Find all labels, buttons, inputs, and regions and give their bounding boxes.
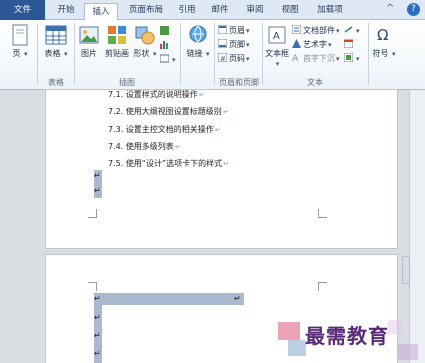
date-time-icon[interactable]: [344, 39, 355, 49]
chart-icon[interactable]: [160, 40, 171, 50]
signature-line-icon[interactable]: ▾: [344, 25, 360, 35]
tab-insert[interactable]: 插入: [84, 3, 118, 21]
chevron-down-icon: ▾: [153, 50, 157, 58]
omega-icon: Ω: [377, 26, 388, 44]
header-icon: [218, 25, 227, 34]
help-icon[interactable]: ?: [407, 3, 420, 16]
link-button[interactable]: 链接 ▾: [184, 24, 212, 59]
tab-home[interactable]: 开始: [50, 2, 82, 20]
object-icon[interactable]: ▾: [344, 53, 360, 63]
group-label-text: 文本: [307, 78, 323, 87]
paragraph-mark: ↵: [94, 186, 101, 195]
quick-parts-icon: [292, 25, 301, 34]
picture-button[interactable]: 图片: [78, 24, 100, 59]
ribbon-insert-panel: 页 ▾ 表格 ▾ 表格 图片 剪贴画 形状 ▾ ▾ 插图 链接 ▾ 页眉▾ 页脚…: [0, 20, 425, 90]
ribbon-collapse-icon[interactable]: ^: [386, 3, 394, 14]
tab-review[interactable]: 审阅: [240, 2, 270, 20]
toc-line[interactable]: 7.3. 设置主控文档的相关操作↵: [108, 124, 221, 135]
shapes-button[interactable]: 形状 ▾: [133, 24, 157, 59]
quick-parts-button[interactable]: 文档部件▾: [292, 25, 340, 36]
page-number-button[interactable]: # 页码▾: [218, 53, 250, 64]
drop-cap-icon: A: [292, 54, 299, 62]
toc-line[interactable]: 7.4. 使用多级列表↵: [108, 141, 181, 152]
tab-page-layout[interactable]: 页面布局: [122, 2, 170, 20]
ribbon-tab-bar: 文件 开始 插入 页面布局 引用 邮件 审阅 视图 加载项 ^ ?: [0, 0, 425, 21]
symbol-button[interactable]: Ω 符号 ▾: [372, 24, 396, 59]
selection-highlight: [94, 293, 244, 305]
group-divider: [180, 23, 181, 85]
group-label-tables: 表格: [48, 78, 64, 87]
crop-mark: [88, 282, 97, 291]
drop-cap-button[interactable]: A 首字下沉▾: [292, 53, 340, 64]
table-label: 表格: [44, 49, 61, 58]
tab-references[interactable]: 引用: [172, 2, 202, 20]
chevron-down-icon: ▾: [64, 50, 68, 58]
header-button[interactable]: 页眉▾: [218, 25, 250, 36]
shapes-icon: [135, 26, 155, 45]
group-label-header-footer: 页眉和页脚: [219, 78, 259, 87]
wordart-button[interactable]: 艺术字▾: [292, 39, 332, 50]
group-label-illustrations: 插图: [119, 78, 135, 87]
picture-label: 图片: [81, 49, 97, 58]
group-divider: [214, 23, 215, 85]
crop-mark: [318, 282, 327, 291]
svg-text:Ω: Ω: [377, 26, 388, 44]
screenshot-icon[interactable]: ▾: [160, 54, 176, 64]
chevron-down-icon: ▾: [275, 60, 280, 68]
paragraph-mark: ↵: [94, 171, 101, 180]
page-number-icon: #: [218, 53, 227, 62]
link-icon: [189, 25, 207, 43]
toc-line[interactable]: 7.1. 设置样式的说明操作↵: [108, 89, 205, 100]
clipart-label: 剪贴画: [105, 49, 129, 58]
paragraph-mark: ↵: [94, 349, 101, 358]
tab-view[interactable]: 视图: [275, 2, 305, 20]
tab-file[interactable]: 文件: [0, 0, 45, 20]
picture-icon: [79, 26, 99, 44]
tab-addins[interactable]: 加载项: [310, 2, 350, 20]
clipart-icon: [108, 26, 126, 44]
smartart-icon[interactable]: [160, 26, 171, 36]
watermark-text: 最需教育: [305, 324, 389, 348]
paragraph-mark: ↵: [94, 294, 101, 303]
chevron-down-icon: ▾: [206, 50, 210, 58]
group-divider: [37, 23, 38, 85]
paragraph-mark: ↵: [234, 294, 241, 303]
paragraph-mark: ↵: [94, 313, 101, 322]
toc-line[interactable]: 7.5. 使用“设计”选项卡下的样式↵: [108, 158, 229, 169]
page-icon: [12, 24, 28, 46]
svg-text:A: A: [292, 54, 299, 62]
clipart-button[interactable]: 剪贴画: [103, 24, 131, 59]
group-divider: [262, 23, 263, 85]
textbox-label: 文本框: [265, 49, 289, 58]
footer-button[interactable]: 页脚▾: [218, 39, 250, 50]
group-divider: [368, 23, 369, 85]
pages-button[interactable]: 页 ▾: [6, 24, 34, 59]
wordart-icon: [292, 39, 301, 48]
table-icon: [45, 25, 67, 45]
link-label: 链接: [186, 49, 203, 58]
crop-mark: [318, 209, 327, 218]
group-divider: [74, 23, 75, 85]
paragraph-mark: ↵: [94, 331, 101, 340]
symbol-label: 符号: [372, 49, 389, 58]
table-button[interactable]: 表格 ▾: [42, 24, 70, 59]
chevron-down-icon: ▾: [392, 50, 396, 58]
svg-text:#: #: [220, 55, 226, 62]
toc-line[interactable]: 7.2. 使用大纲视图设置标题级别↵: [108, 106, 229, 117]
shapes-label: 形状: [133, 49, 150, 58]
tab-mailings[interactable]: 邮件: [205, 2, 235, 20]
chevron-down-icon: ▾: [24, 50, 28, 58]
textbox-icon: A: [268, 26, 286, 44]
pages-label: 页: [12, 49, 21, 58]
crop-mark: [88, 209, 97, 218]
scrollbar-thumb[interactable]: [402, 256, 410, 284]
textbox-button[interactable]: A 文本框 ▾: [264, 24, 290, 68]
svg-text:A: A: [273, 31, 280, 42]
footer-icon: [218, 39, 227, 48]
